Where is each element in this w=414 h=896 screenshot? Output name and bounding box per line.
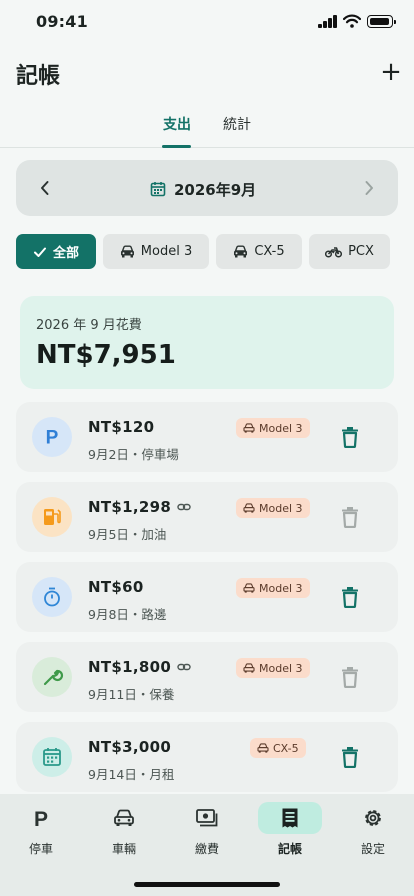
nav-item-bookkeeping[interactable]: 記帳 [257, 802, 327, 858]
tab-expense[interactable]: 支出 [163, 114, 191, 134]
expense-meta: 9月8日・路邊 [88, 607, 167, 622]
home-indicator [134, 882, 280, 887]
vehicle-badge: Model 3 [236, 658, 310, 678]
nav-label: 記帳 [277, 842, 302, 856]
page-title: 記帳 [16, 64, 61, 89]
vehicle-badge-label: Model 3 [259, 501, 303, 515]
expense-amount: NT$1,298 [88, 498, 172, 516]
expense-meta: 9月11日・保養 [88, 687, 175, 702]
filter-chip-pcx[interactable]: PCX [309, 234, 390, 269]
nav-label: 繳費 [194, 842, 219, 856]
tab-indicator [162, 145, 191, 148]
filter-chip-label: PCX [348, 244, 374, 259]
expense-amount: NT$1,800 [88, 658, 172, 676]
tab-statistics[interactable]: 統計 [223, 114, 251, 134]
chevron-left-icon[interactable] [34, 177, 56, 199]
expense-amount: NT$3,000 [88, 738, 172, 756]
signal-icon [318, 15, 338, 28]
chevron-right-icon[interactable] [358, 177, 380, 199]
expense-amount: NT$120 [88, 418, 155, 436]
delete-icon[interactable] [340, 426, 360, 448]
expense-meta: 9月2日・停車場 [88, 447, 179, 462]
car-icon [243, 583, 255, 593]
vehicle-badge: CX-5 [250, 738, 306, 758]
expense-amount: NT$60 [88, 578, 144, 596]
filter-chip-label: Model 3 [140, 244, 193, 259]
gear-icon [365, 810, 381, 826]
vehicle-badge-label: Model 3 [259, 421, 303, 435]
wrench-icon [32, 657, 72, 697]
nav-label: 停車 [28, 842, 53, 856]
nav-label: 車輛 [111, 842, 136, 856]
calendar-icon [150, 182, 166, 197]
nav-item-parking[interactable]: P 停車 [8, 802, 78, 858]
delete-icon[interactable] [340, 586, 360, 608]
parking-icon: P [34, 808, 48, 830]
receipt-icon [282, 808, 298, 828]
expense-row[interactable]: P NT$120 9月2日・停車場 Model 3 [16, 402, 398, 472]
tab-bar: 支出 統計 [0, 104, 414, 148]
svg-text:P: P [34, 808, 48, 830]
filter-chip-label: CX-5 [254, 244, 285, 259]
link-icon [177, 663, 191, 671]
expense-row[interactable]: NT$1,298 9月5日・加油 Model 3 [16, 482, 398, 552]
filter-chip-model3[interactable]: Model 3 [103, 234, 209, 269]
nav-item-vehicles[interactable]: 車輛 [91, 802, 161, 858]
car-icon [243, 663, 255, 673]
status-time: 09:41 [36, 12, 88, 31]
status-bar: 09:41 [0, 0, 414, 44]
motorcycle-icon [325, 246, 343, 258]
expense-meta: 9月14日・月租 [88, 767, 175, 782]
car-icon [234, 245, 248, 258]
calendar-icon [32, 737, 72, 777]
vehicle-badge: Model 3 [236, 578, 310, 598]
summary-card: 2026 年 9 月花費 NT$7,951 [20, 296, 394, 389]
timer-icon [32, 577, 72, 617]
vehicle-badge-label: Model 3 [259, 581, 303, 595]
vehicle-badge-label: CX-5 [273, 741, 299, 755]
nav-label: 設定 [360, 842, 385, 856]
vehicle-badge-label: Model 3 [259, 661, 303, 675]
month-selector: 2026年9月 [16, 160, 398, 216]
nav-item-payment[interactable]: 繳費 [174, 802, 244, 858]
add-expense-button[interactable]: + [378, 59, 404, 86]
bottom-nav: P 停車 車輛 繳費 記帳 設定 [0, 794, 414, 896]
link-icon [177, 503, 191, 511]
car-icon [257, 743, 269, 753]
parking-icon: P [32, 417, 72, 457]
month-picker[interactable]: 2026年9月 [150, 177, 256, 201]
filter-chip-all[interactable]: 全部 [16, 234, 96, 269]
expense-row[interactable]: NT$1,800 9月11日・保養 Model 3 [16, 642, 398, 712]
fuel-icon [32, 497, 72, 537]
vehicle-badge: Model 3 [236, 418, 310, 438]
filter-chip-cx5[interactable]: CX-5 [216, 234, 302, 269]
svg-text:P: P [46, 428, 59, 449]
delete-icon[interactable] [340, 666, 360, 688]
car-icon [243, 503, 255, 513]
check-icon [33, 247, 46, 257]
battery-icon [367, 15, 396, 28]
summary-total: NT$7,951 [36, 340, 176, 370]
delete-icon[interactable] [340, 746, 360, 768]
expense-row[interactable]: NT$3,000 9月14日・月租 CX-5 [16, 722, 398, 792]
expense-meta: 9月5日・加油 [88, 527, 167, 542]
payment-icon [196, 809, 218, 827]
expense-row[interactable]: NT$60 9月8日・路邊 Model 3 [16, 562, 398, 632]
car-icon [114, 809, 134, 826]
car-icon [243, 423, 255, 433]
wifi-icon [343, 14, 361, 28]
delete-icon[interactable] [340, 506, 360, 528]
car-icon [120, 245, 134, 258]
month-label: 2026年9月 [174, 180, 257, 199]
nav-item-settings[interactable]: 設定 [340, 802, 410, 858]
vehicle-badge: Model 3 [236, 498, 310, 518]
filter-chip-label: 全部 [52, 246, 79, 261]
summary-label: 2026 年 9 月花費 [36, 318, 142, 333]
